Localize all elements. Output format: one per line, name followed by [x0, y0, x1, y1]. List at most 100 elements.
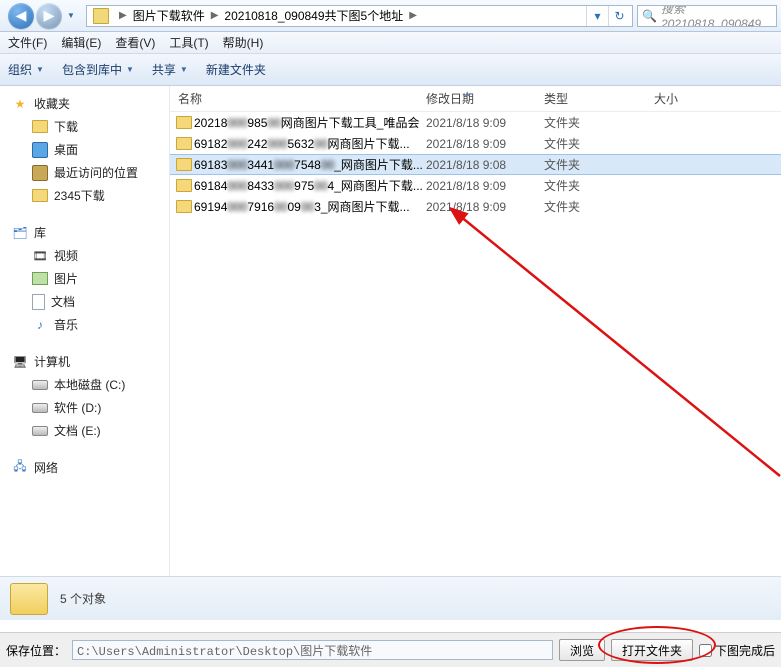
breadcrumb-dropdown[interactable]: ▾ — [586, 5, 608, 27]
include-in-library-button[interactable]: 包含到库中▼ — [62, 61, 134, 78]
folder-icon — [176, 158, 192, 171]
sidebar-computer[interactable]: 🖥 计算机 — [6, 350, 169, 373]
search-input[interactable]: 🔍 搜索 20210818_090849 — [637, 5, 777, 27]
caret-down-icon: ▼ — [126, 65, 134, 74]
file-row[interactable]: 69182000242000563200网商图片下载...2021/8/18 9… — [170, 133, 781, 154]
status-bar: 5 个对象 — [0, 576, 781, 620]
disk-icon — [32, 403, 48, 413]
menu-help[interactable]: 帮助(H) — [223, 34, 264, 51]
column-type[interactable]: 类型 — [544, 90, 654, 107]
save-location-label: 保存位置： — [6, 642, 66, 659]
annotation-arrow — [450, 206, 781, 486]
video-icon: 🎞 — [32, 248, 48, 264]
file-date: 2021/8/18 9:09 — [426, 179, 544, 193]
caret-down-icon: ▼ — [180, 65, 188, 74]
share-button[interactable]: 共享▼ — [152, 61, 188, 78]
breadcrumb[interactable]: ▶ 图片下载软件 ▶ 20210818_090849共下图5个地址 ▶ ▾ ↻ — [86, 5, 633, 27]
file-list-pane: 名称 ▴ 修改日期 类型 大小 2021800098500网商图片下载工具_唯品… — [170, 86, 781, 576]
file-type: 文件夹 — [544, 135, 654, 152]
address-bar: ◀ ▶ ▼ ▶ 图片下载软件 ▶ 20210818_090849共下图5个地址 … — [0, 0, 781, 32]
browse-button[interactable]: 浏览 — [559, 639, 605, 661]
breadcrumb-item[interactable]: 20210818_090849共下图5个地址 — [224, 7, 403, 24]
sort-caret-icon: ▴ — [465, 88, 470, 99]
file-name: 2021800098500网商图片下载工具_唯品会 — [194, 114, 426, 131]
file-type: 文件夹 — [544, 156, 654, 173]
chevron-right-icon: ▶ — [403, 10, 423, 21]
new-folder-button[interactable]: 新建文件夹 — [206, 61, 266, 78]
sidebar-item-music[interactable]: ♪音乐 — [6, 313, 169, 336]
folder-icon — [176, 116, 192, 129]
file-row[interactable]: 6919400079160009003_网商图片下载...2021/8/18 9… — [170, 196, 781, 217]
search-placeholder: 搜索 20210818_090849 — [661, 5, 772, 27]
open-folder-button[interactable]: 打开文件夹 — [611, 639, 693, 661]
file-name: 691830003441000754800_网商图片下载... — [194, 156, 426, 173]
search-icon: 🔍 — [642, 9, 657, 23]
refresh-icon[interactable]: ↻ — [608, 5, 630, 27]
sidebar-item-recent[interactable]: 最近访问的位置 — [6, 161, 169, 184]
folder-icon — [176, 137, 192, 150]
sidebar-item-desktop[interactable]: 桌面 — [6, 138, 169, 161]
file-type: 文件夹 — [544, 114, 654, 131]
folder-icon — [32, 120, 48, 133]
file-row[interactable]: 2021800098500网商图片下载工具_唯品会2021/8/18 9:09文… — [170, 112, 781, 133]
file-type: 文件夹 — [544, 198, 654, 215]
network-icon: 🖧 — [12, 460, 28, 476]
column-headers: 名称 ▴ 修改日期 类型 大小 — [170, 86, 781, 112]
recent-icon — [32, 165, 48, 181]
sidebar-libraries[interactable]: 🗂 库 — [6, 221, 169, 244]
disk-icon — [32, 380, 48, 390]
file-name: 691840008433000975004_网商图片下载... — [194, 177, 426, 194]
file-row[interactable]: 691830003441000754800_网商图片下载...2021/8/18… — [170, 154, 781, 175]
file-row[interactable]: 691840008433000975004_网商图片下载...2021/8/18… — [170, 175, 781, 196]
back-button[interactable]: ◀ — [8, 3, 34, 29]
file-date: 2021/8/18 9:08 — [426, 158, 544, 172]
sidebar-item-downloads[interactable]: 下载 — [6, 115, 169, 138]
sidebar-item-documents[interactable]: 文档 — [6, 290, 169, 313]
column-size[interactable]: 大小 — [654, 90, 734, 107]
star-icon: ★ — [12, 96, 28, 112]
breadcrumb-item[interactable]: 图片下载软件 — [133, 7, 205, 24]
sidebar-favorites[interactable]: ★ 收藏夹 — [6, 92, 169, 115]
column-name[interactable]: 名称 — [176, 90, 426, 107]
folder-icon — [93, 8, 109, 24]
folder-icon — [10, 583, 48, 615]
library-icon: 🗂 — [12, 225, 28, 241]
sidebar-item-drive-e[interactable]: 文档 (E:) — [6, 419, 169, 442]
column-date[interactable]: 修改日期 — [426, 90, 544, 107]
computer-icon: 🖥 — [12, 354, 28, 370]
folder-icon — [176, 179, 192, 192]
menu-file[interactable]: 文件(F) — [8, 34, 47, 51]
disk-icon — [32, 426, 48, 436]
folder-icon — [32, 189, 48, 202]
organize-button[interactable]: 组织▼ — [8, 61, 44, 78]
menu-tools[interactable]: 工具(T) — [169, 34, 208, 51]
caret-down-icon: ▼ — [36, 65, 44, 74]
sidebar-item-drive-d[interactable]: 软件 (D:) — [6, 396, 169, 419]
sidebar-item-pictures[interactable]: 图片 — [6, 267, 169, 290]
bottom-panel: 保存位置： 浏览 打开文件夹 下图完成后 — [0, 632, 781, 667]
file-date: 2021/8/18 9:09 — [426, 137, 544, 151]
file-date: 2021/8/18 9:09 — [426, 116, 544, 130]
sidebar-item-videos[interactable]: 🎞视频 — [6, 244, 169, 267]
forward-button[interactable]: ▶ — [36, 3, 62, 29]
checkbox-icon[interactable] — [699, 644, 712, 657]
object-count: 5 个对象 — [60, 590, 106, 607]
document-icon — [32, 294, 45, 310]
navigation-pane: ★ 收藏夹 下载 桌面 最近访问的位置 2345下载 🗂 库 🎞视频 图片 文档… — [0, 86, 170, 576]
nav-buttons: ◀ ▶ ▼ — [4, 3, 82, 29]
menu-view[interactable]: 查看(V) — [115, 34, 155, 51]
sidebar-item-2345[interactable]: 2345下载 — [6, 184, 169, 207]
history-dropdown[interactable]: ▼ — [64, 3, 78, 29]
picture-icon — [32, 272, 48, 285]
menu-edit[interactable]: 编辑(E) — [61, 34, 101, 51]
file-name: 69182000242000563200网商图片下载... — [194, 135, 426, 152]
save-path-input[interactable] — [72, 640, 553, 660]
sidebar-network[interactable]: 🖧 网络 — [6, 456, 169, 479]
sidebar-item-drive-c[interactable]: 本地磁盘 (C:) — [6, 373, 169, 396]
file-type: 文件夹 — [544, 177, 654, 194]
music-icon: ♪ — [32, 317, 48, 333]
after-download-checkbox[interactable]: 下图完成后 — [699, 642, 775, 659]
file-name: 6919400079160009003_网商图片下载... — [194, 198, 426, 215]
menu-bar: 文件(F) 编辑(E) 查看(V) 工具(T) 帮助(H) — [0, 32, 781, 54]
folder-icon — [176, 200, 192, 213]
